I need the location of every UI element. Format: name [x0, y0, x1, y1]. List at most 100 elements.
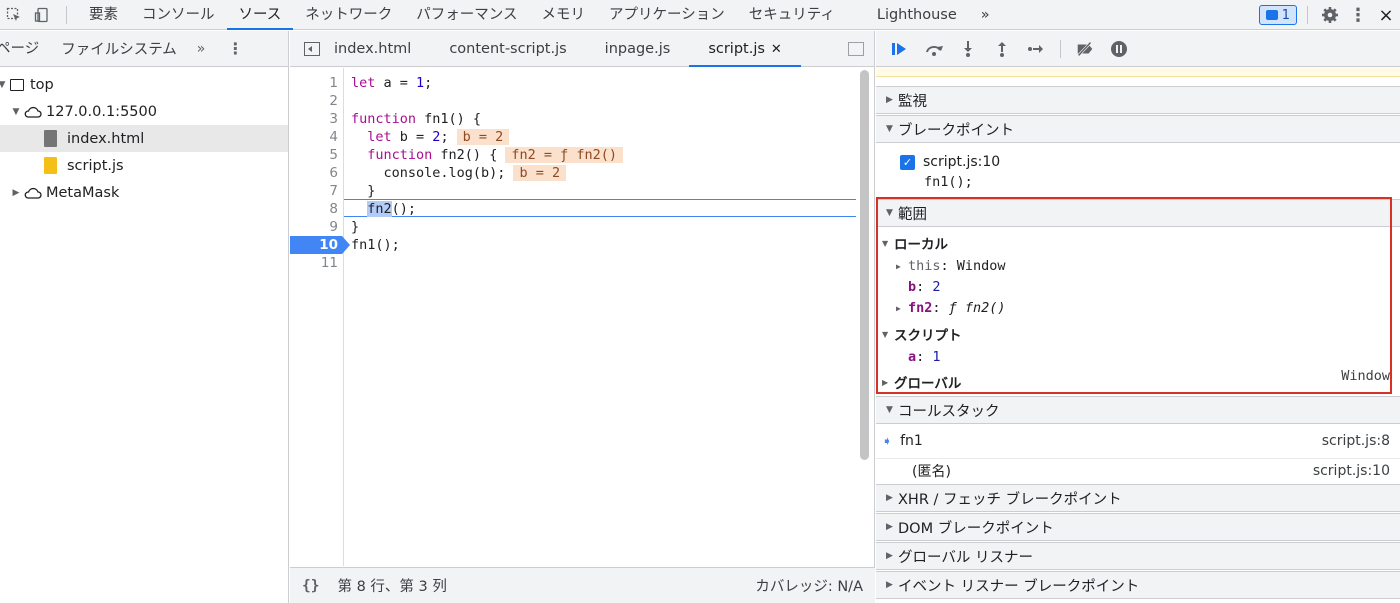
- tree-item-script-js[interactable]: script.js: [0, 152, 288, 179]
- navigator-more-button[interactable]: »: [189, 41, 214, 57]
- line-number[interactable]: 3: [290, 110, 342, 128]
- editor-tab-script-js[interactable]: script.js ✕: [689, 31, 801, 67]
- prop-colon: :: [916, 279, 933, 295]
- pretty-print-icon[interactable]: {}: [302, 578, 319, 594]
- tab-filesystem[interactable]: ファイルシステム: [53, 38, 185, 59]
- tab-performance[interactable]: パフォーマンス: [404, 0, 529, 30]
- close-devtools-icon[interactable]: ×: [1372, 0, 1400, 30]
- toggle-debugger-icon[interactable]: [848, 42, 864, 56]
- line-number[interactable]: 1: [290, 74, 342, 92]
- line-number[interactable]: 7: [290, 182, 342, 200]
- section-callstack[interactable]: ▼ コールスタック: [876, 396, 1400, 424]
- issues-icon: [1265, 10, 1278, 20]
- device-toolbar-icon[interactable]: [28, 0, 56, 30]
- prop-value: Window: [1341, 368, 1390, 384]
- prop-value: ƒ fn2(): [948, 300, 1006, 316]
- scope-prop-a[interactable]: a: 1: [876, 346, 1400, 368]
- prop-value: 1: [932, 349, 941, 365]
- section-title: グローバル リスナー: [898, 549, 1033, 566]
- paused-call-highlight: fn2: [367, 201, 392, 217]
- tab-network[interactable]: ネットワーク: [293, 0, 404, 30]
- navigator-menu-icon[interactable]: ⋮: [219, 39, 251, 58]
- line-number[interactable]: 6: [290, 164, 342, 182]
- code-text: a =: [375, 75, 417, 91]
- section-scope[interactable]: ▼ 範囲: [876, 199, 1400, 227]
- tab-application[interactable]: アプリケーション: [597, 0, 737, 30]
- breakpoint-code: fn1();: [924, 174, 973, 190]
- line-number[interactable]: 2: [290, 92, 342, 110]
- section-title: DOM ブレークポイント: [898, 520, 1054, 537]
- inspect-element-icon[interactable]: [0, 0, 28, 30]
- tab-elements[interactable]: 要素: [77, 0, 130, 30]
- deactivate-breakpoints-icon[interactable]: [1075, 39, 1095, 59]
- scope-global[interactable]: ▶ グローバル Window: [876, 368, 1400, 393]
- prop-name: a: [908, 349, 917, 365]
- line-number[interactable]: 5: [290, 146, 342, 164]
- prop-name: b: [908, 279, 917, 295]
- code-view[interactable]: 1 2 3 4 5 6 7 8 9 10 11 let a = 1; funct…: [290, 68, 875, 566]
- section-title: ブレークポイント: [898, 122, 1014, 139]
- code-text: b =: [391, 129, 433, 145]
- tree-item-metamask[interactable]: ▶ MetaMask: [0, 179, 288, 206]
- callstack-frame[interactable]: (匿名) script.js:10: [876, 458, 1400, 482]
- scope-script[interactable]: ▼ スクリプト: [876, 323, 1400, 345]
- keyword: function: [367, 147, 433, 163]
- step-into-icon[interactable]: [958, 39, 978, 59]
- editor-scrollbar[interactable]: [860, 70, 869, 460]
- keyword: let: [351, 75, 376, 91]
- step-over-icon[interactable]: [924, 39, 944, 59]
- pause-on-exceptions-icon[interactable]: [1109, 39, 1129, 59]
- editor-tab-index-html[interactable]: index.html: [334, 31, 430, 67]
- expand-arrow-icon[interactable]: ▼: [0, 80, 8, 90]
- more-tabs-button[interactable]: »: [969, 0, 1002, 30]
- resume-script-icon[interactable]: [890, 39, 910, 59]
- section-dom-breakpoints[interactable]: ▶ DOM ブレークポイント: [876, 513, 1400, 541]
- issues-badge[interactable]: 1: [1258, 5, 1297, 25]
- expand-arrow-icon[interactable]: ▼: [10, 107, 22, 117]
- scope-prop-fn2[interactable]: ▶ fn2: ƒ fn2(): [876, 297, 1400, 319]
- tab-lighthouse[interactable]: Lighthouse: [847, 0, 969, 30]
- section-event-listener-breakpoints[interactable]: ▶ イベント リスナー ブレークポイント: [876, 571, 1400, 599]
- tab-console[interactable]: コンソール: [130, 0, 227, 30]
- line-number[interactable]: 11: [290, 254, 342, 272]
- settings-gear-icon[interactable]: [1316, 0, 1344, 30]
- tree-item-top[interactable]: ▼ top: [0, 71, 288, 98]
- tree-item-index-html[interactable]: index.html: [0, 125, 288, 152]
- section-breakpoints[interactable]: ▼ ブレークポイント: [876, 115, 1400, 143]
- tab-page[interactable]: ページ: [0, 37, 47, 60]
- line-gutter[interactable]: 1 2 3 4 5 6 7 8 9 10 11: [290, 68, 350, 566]
- breakpoint-checkbox[interactable]: ✓: [900, 154, 915, 170]
- code-text: ();: [391, 201, 417, 217]
- scope-prop-b[interactable]: b: 2: [876, 276, 1400, 298]
- breakpoint-item[interactable]: ✓ script.js:10: [876, 151, 1400, 173]
- prop-name: fn2: [908, 300, 933, 316]
- customize-menu-icon[interactable]: ⋮: [1344, 0, 1372, 30]
- tree-item-origin[interactable]: ▼ 127.0.0.1:5500: [0, 98, 288, 125]
- code-line-10: fn1();: [351, 237, 400, 253]
- breakpoint-marker[interactable]: 10: [290, 236, 350, 254]
- scope-local[interactable]: ▼ ローカル: [876, 232, 1400, 254]
- editor-tab-content-script[interactable]: content-script.js: [430, 31, 585, 67]
- collapse-arrow-icon[interactable]: ▶: [10, 188, 22, 198]
- section-watch[interactable]: ▶ 監視: [876, 86, 1400, 114]
- section-xhr-breakpoints[interactable]: ▶ XHR / フェッチ ブレークポイント: [876, 484, 1400, 512]
- step-out-icon[interactable]: [992, 39, 1012, 59]
- tree-label: MetaMask: [46, 184, 120, 201]
- step-icon[interactable]: [1026, 39, 1046, 59]
- tab-sources[interactable]: ソース: [226, 0, 294, 30]
- code-line-4: let b = 2; b = 2: [351, 128, 510, 146]
- editor-tab-inpage[interactable]: inpage.js: [586, 31, 690, 67]
- scope-prop-this[interactable]: ▶ this: Window: [876, 255, 1400, 277]
- tree-label: 127.0.0.1:5500: [46, 103, 157, 120]
- close-tab-icon[interactable]: ✕: [771, 42, 782, 57]
- line-number[interactable]: 4: [290, 128, 342, 146]
- tab-memory[interactable]: メモリ: [530, 0, 598, 30]
- callstack-frame[interactable]: ➧ fn1 script.js:8: [876, 429, 1400, 453]
- line-number[interactable]: 8: [290, 200, 342, 218]
- section-global-listeners[interactable]: ▶ グローバル リスナー: [876, 542, 1400, 570]
- line-number[interactable]: 9: [290, 218, 342, 236]
- prop-value: 2: [932, 279, 941, 295]
- tab-security[interactable]: セキュリティ: [737, 0, 847, 30]
- toggle-navigator-icon[interactable]: [304, 41, 320, 56]
- cloud-icon: [24, 187, 42, 199]
